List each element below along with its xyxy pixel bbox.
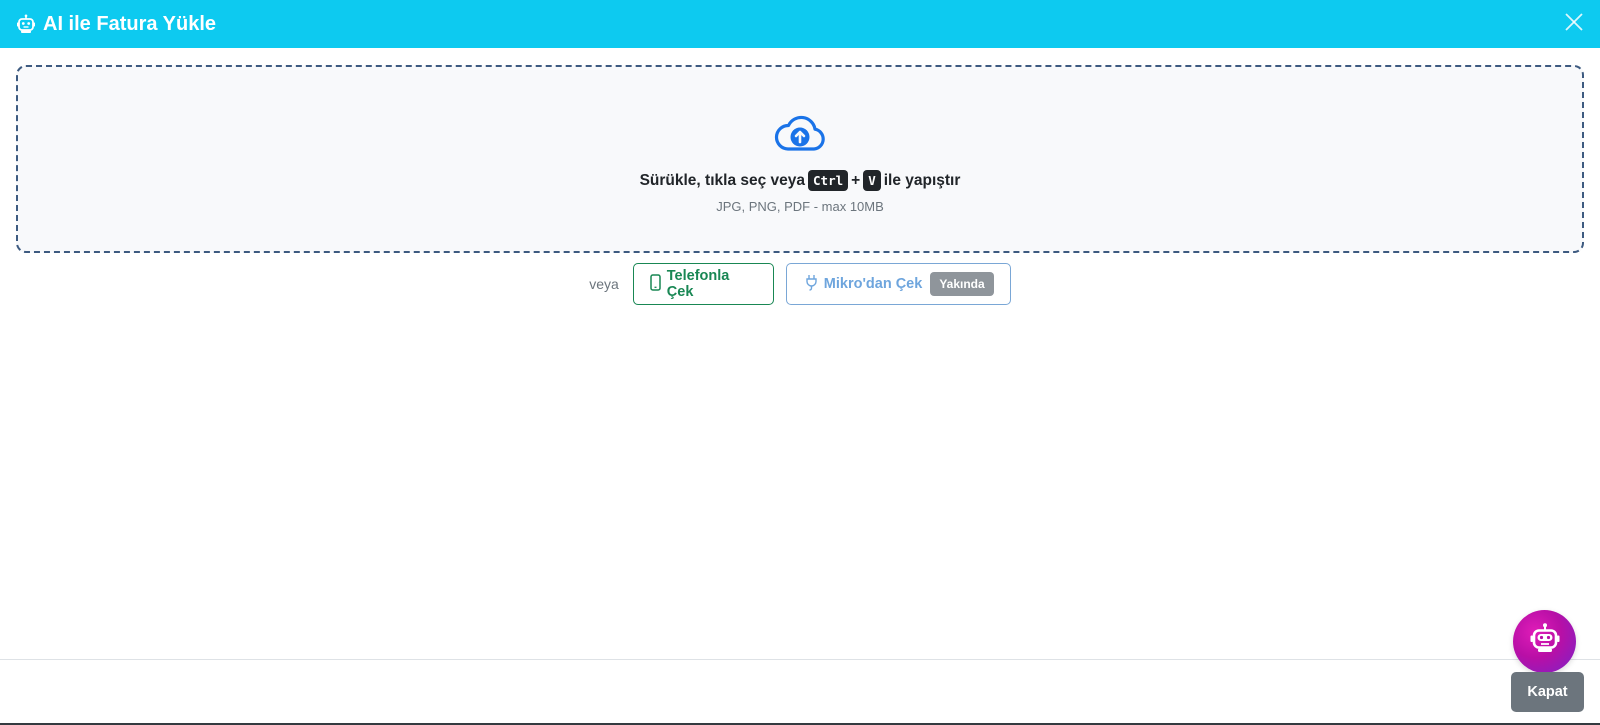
file-dropzone[interactable]: Sürükle, tıkla seç veya Ctrl + V ile yap… [16,65,1584,253]
mikro-import-button[interactable]: Mikro'dan Çek Yakında [785,263,1011,305]
or-label: veya [589,276,619,292]
kbd-plus: + [851,171,861,189]
plug-icon [805,274,818,295]
robot-icon [1528,622,1562,661]
dropzone-instruction: Sürükle, tıkla seç veya Ctrl + V ile yap… [639,170,961,191]
ai-assistant-button[interactable] [1513,610,1576,673]
alternative-actions: veya Telefonla Çek Mikro'dan Çek Yakında [0,262,1600,306]
close-modal-button[interactable]: Kapat [1511,672,1584,712]
modal-header: AI ile Fatura Yükle [0,0,1600,48]
modal-title: AI ile Fatura Yükle [16,13,216,36]
dropzone-text-after: ile yapıştır [883,171,961,189]
robot-icon [16,14,36,34]
mikro-import-label: Mikro'dan Çek [823,276,923,292]
cloud-upload-icon [774,115,826,160]
phone-capture-button[interactable]: Telefonla Çek [632,263,774,305]
upload-modal: AI ile Fatura Yükle Sürükle, tıkla seç v… [0,0,1600,725]
close-button[interactable] [1562,12,1586,36]
kbd-v: V [863,170,881,191]
footer-divider [0,659,1600,660]
dropzone-hint: JPG, PNG, PDF - max 10MB [716,199,884,214]
kbd-ctrl: Ctrl [808,170,849,191]
modal-title-text: AI ile Fatura Yükle [43,12,217,35]
close-icon [1565,12,1583,36]
coming-soon-badge: Yakında [930,272,994,296]
dropzone-text-before: Sürükle, tıkla seç veya [639,171,806,189]
phone-capture-label: Telefonla Çek [666,268,730,300]
phone-icon [650,273,661,295]
